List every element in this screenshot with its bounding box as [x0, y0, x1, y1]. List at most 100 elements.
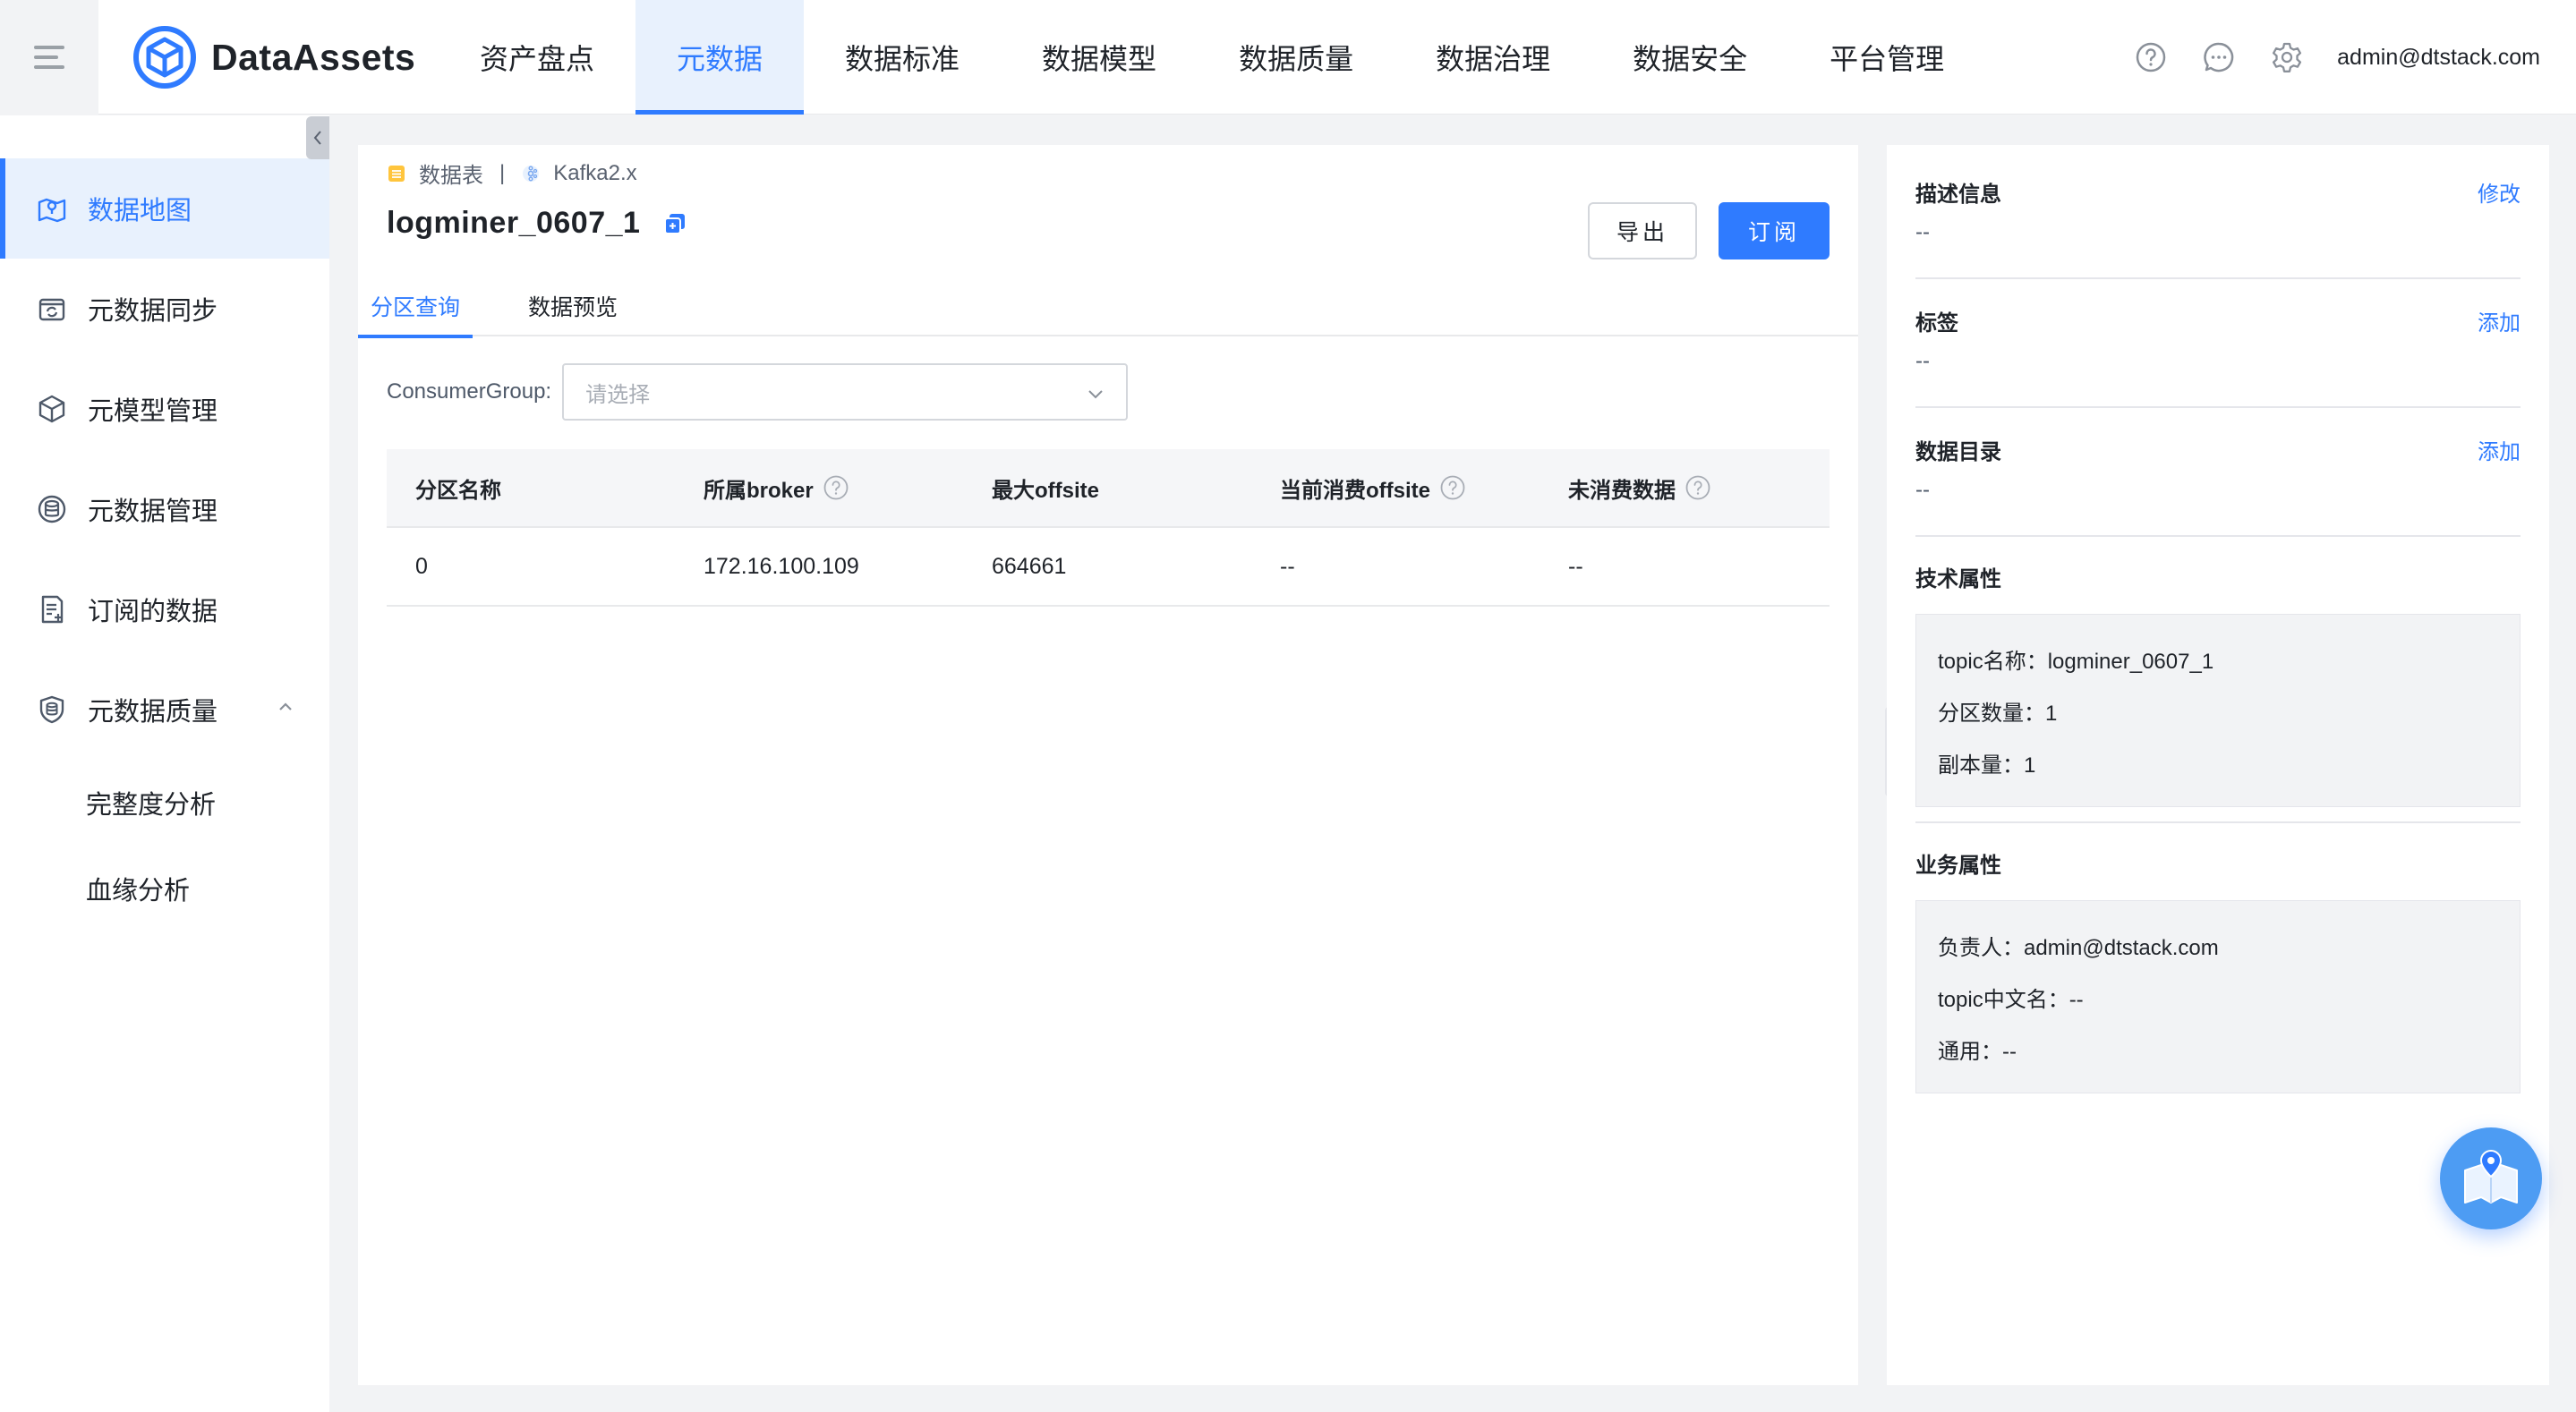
column-header-label: 当前消费offsite	[1280, 478, 1430, 503]
help-circle-icon[interactable]	[1439, 474, 1466, 501]
divider	[1915, 406, 2521, 408]
sidebar-item-label: 元数据管理	[88, 498, 218, 526]
column-header-label: 所属broker	[704, 478, 814, 503]
gear-icon[interactable]	[2269, 39, 2305, 75]
section-title: 描述信息	[1915, 182, 2001, 207]
add-catalog-link[interactable]: 添加	[2478, 434, 2521, 465]
message-icon[interactable]	[2201, 39, 2237, 75]
divider	[1915, 277, 2521, 279]
column-header-label: 未消费数据	[1568, 478, 1676, 503]
column-header-label: 最大offsite	[992, 478, 1099, 503]
tech-attributes-box: topic名称：logminer_0607_1 分区数量：1 副本量：1	[1915, 614, 2521, 807]
section-title: 技术属性	[1915, 566, 2001, 591]
sidebar-item-label: 元数据同步	[88, 297, 218, 326]
section-title: 标签	[1915, 310, 1958, 336]
title-row: logminer_0607_1	[387, 206, 687, 241]
sidebar-subitem-lineage[interactable]: 血缘分析	[0, 846, 329, 931]
nav-item-standard[interactable]: 数据标准	[804, 0, 1001, 115]
nav-item-quality[interactable]: 数据质量	[1198, 0, 1395, 115]
description-section: 描述信息 修改 --	[1915, 174, 2521, 245]
consumer-group-select[interactable]: 请选择	[562, 363, 1129, 421]
subscribe-button[interactable]: 订阅	[1719, 202, 1830, 259]
edit-description-link[interactable]: 修改	[2478, 176, 2521, 208]
tab-partition-query[interactable]: 分区查询	[358, 276, 473, 338]
biz-attributes-section: 业务属性 负责人：admin@dtstack.com topic中文名：-- 通…	[1915, 845, 2521, 1093]
top-bar: DataAssets 资产盘点 元数据 数据标准 数据模型 数据质量 数据治理 …	[0, 0, 2576, 115]
biz-attributes-box: 负责人：admin@dtstack.com topic中文名：-- 通用：--	[1915, 900, 2521, 1093]
tab-data-preview[interactable]: 数据预览	[510, 276, 635, 336]
catalog-section: 数据目录 添加 --	[1915, 431, 2521, 503]
table-cell: 0	[415, 553, 428, 579]
export-button[interactable]: 导出	[1588, 202, 1697, 259]
map-icon	[36, 192, 68, 225]
menu-toggle-button[interactable]	[0, 0, 98, 115]
hamburger-icon	[34, 39, 64, 75]
table-row: 0 172.16.100.109 664661 -- --	[387, 528, 1830, 607]
sidebar-item-metadata-quality[interactable]: 元数据质量	[0, 659, 329, 760]
breadcrumb-source: Kafka2.x	[553, 160, 637, 185]
chevron-down-icon	[1088, 390, 1103, 399]
sidebar-collapse-handle[interactable]	[306, 116, 329, 159]
sidebar-item-meta-model[interactable]: 元模型管理	[0, 359, 329, 459]
nav-item-governance[interactable]: 数据治理	[1395, 0, 1591, 115]
tech-attr-line: 副本量：1	[1938, 753, 2036, 778]
section-title: 数据目录	[1915, 439, 2001, 464]
sidebar-menu: 数据地图 元数据同步 元模型管理 元数据管理 订阅的数据 元数据质量 完整度分析…	[0, 158, 329, 931]
user-account[interactable]: admin@dtstack.com	[2337, 45, 2540, 71]
help-circle-icon[interactable]	[1685, 474, 1711, 501]
chevron-left-icon	[313, 131, 321, 145]
page-title: logminer_0607_1	[387, 206, 641, 240]
map-book-icon	[2464, 1149, 2518, 1204]
tech-attr-line: topic名称：logminer_0607_1	[1938, 649, 2214, 674]
main-panel: 数据表 | Kafka2.x logminer_0607_1 导出 订阅 分区查…	[358, 145, 1858, 1385]
copy-icon[interactable]	[663, 212, 687, 235]
column-header: 分区名称	[387, 472, 675, 504]
nav-item-platform[interactable]: 平台管理	[1788, 0, 1985, 115]
kafka-icon	[521, 164, 541, 183]
cube-icon	[36, 393, 68, 425]
nav-item-security[interactable]: 数据安全	[1591, 0, 1788, 115]
sidebar-item-metadata-manage[interactable]: 元数据管理	[0, 459, 329, 559]
partition-table: 分区名称 所属broker 最大offsite 当前消费offsite 未消费数…	[387, 449, 1830, 607]
add-tag-link[interactable]: 添加	[2478, 305, 2521, 336]
main-nav: 资产盘点 元数据 数据标准 数据模型 数据质量 数据治理 数据安全 平台管理	[439, 0, 1985, 115]
sidebar-item-label: 订阅的数据	[88, 598, 218, 626]
tags-value: --	[1915, 349, 1930, 373]
table-header: 分区名称 所属broker 最大offsite 当前消费offsite 未消费数…	[387, 449, 1830, 528]
logo[interactable]: DataAssets	[132, 25, 415, 89]
detail-tabs: 分区查询 数据预览	[358, 276, 1858, 338]
consumer-group-label: ConsumerGroup:	[387, 379, 552, 404]
sidebar: 数据地图 元数据同步 元模型管理 元数据管理 订阅的数据 元数据质量 完整度分析…	[0, 115, 329, 1412]
help-circle-icon[interactable]	[2133, 39, 2169, 75]
section-title: 业务属性	[1915, 853, 2001, 878]
database-icon	[36, 493, 68, 525]
help-circle-icon[interactable]	[823, 474, 849, 501]
consumer-group-filter: ConsumerGroup: 请选择	[387, 363, 1129, 421]
sidebar-subitem-completeness[interactable]: 完整度分析	[0, 760, 329, 846]
divider	[1915, 535, 2521, 537]
document-icon	[36, 593, 68, 625]
sidebar-item-subscribed[interactable]: 订阅的数据	[0, 559, 329, 659]
sidebar-item-label: 元数据质量	[88, 698, 218, 727]
sync-icon	[36, 293, 68, 325]
column-header-label: 分区名称	[415, 478, 501, 503]
table-cell: 172.16.100.109	[704, 553, 859, 579]
column-header: 所属broker	[675, 472, 963, 504]
guide-float-button[interactable]	[2440, 1127, 2542, 1229]
nav-item-model[interactable]: 数据模型	[1001, 0, 1198, 115]
biz-attr-line: 负责人：admin@dtstack.com	[1938, 935, 2219, 960]
nav-item-assets[interactable]: 资产盘点	[439, 0, 635, 115]
catalog-value: --	[1915, 478, 1930, 502]
chevron-up-icon[interactable]	[276, 697, 295, 717]
select-placeholder: 请选择	[585, 382, 651, 407]
table-cell: 664661	[992, 553, 1067, 579]
sidebar-item-metadata-sync[interactable]: 元数据同步	[0, 259, 329, 359]
db-shield-icon	[36, 693, 68, 726]
biz-attr-line: 通用：--	[1938, 1039, 2017, 1064]
dataassets-logo-icon	[133, 26, 196, 89]
breadcrumb: 数据表 | Kafka2.x	[387, 157, 637, 189]
table-icon	[387, 164, 406, 183]
sidebar-item-data-map[interactable]: 数据地图	[0, 158, 329, 259]
nav-item-metadata[interactable]: 元数据	[635, 0, 805, 115]
sidebar-item-label: 数据地图	[88, 197, 192, 225]
